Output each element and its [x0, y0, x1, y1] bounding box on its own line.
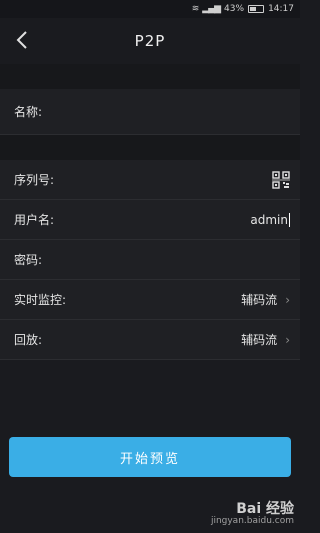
name-label: 名称:	[14, 105, 43, 119]
username-label: 用户名:	[14, 213, 55, 227]
live-stream-select[interactable]: 实时监控: 辅码流 ›	[0, 280, 300, 320]
live-value: 辅码流	[241, 293, 278, 307]
section-spacer	[0, 135, 300, 160]
signal-icon: ▂▄▆	[202, 4, 221, 14]
username-value: admin	[250, 212, 288, 227]
serial-field[interactable]: 序列号:	[0, 160, 300, 200]
live-label: 实时监控:	[14, 293, 67, 307]
page-title: P2P	[134, 32, 166, 50]
back-button[interactable]	[8, 26, 36, 54]
username-field[interactable]: 用户名: admin	[0, 200, 300, 240]
playback-label: 回放:	[14, 333, 43, 347]
start-preview-button[interactable]: 开始预览	[9, 437, 291, 477]
battery-percent: 43%	[224, 4, 245, 14]
name-field[interactable]: 名称:	[0, 89, 300, 135]
battery-icon	[248, 5, 265, 13]
chevron-left-icon	[16, 31, 27, 49]
chevron-right-icon: ›	[285, 332, 290, 347]
playback-stream-select[interactable]: 回放: 辅码流 ›	[0, 320, 300, 360]
qr-scan-icon[interactable]	[272, 170, 290, 189]
status-bar: ≋ ▂▄▆ 43% 14:17	[0, 0, 300, 18]
clock: 14:17	[268, 4, 294, 14]
chevron-right-icon: ›	[285, 292, 290, 307]
text-cursor	[289, 212, 290, 227]
watermark: Bai 经验 jingyan.baidu.com	[210, 501, 294, 527]
serial-label: 序列号:	[14, 173, 55, 187]
section-spacer	[0, 64, 300, 89]
nav-bar: P2P	[0, 18, 300, 64]
baidu-logo: Bai 经验	[236, 501, 294, 517]
watermark-url: jingyan.baidu.com	[210, 516, 294, 526]
playback-value: 辅码流	[241, 333, 278, 347]
username-input[interactable]: admin	[250, 212, 290, 227]
password-label: 密码:	[14, 253, 43, 267]
wifi-icon: ≋	[191, 4, 199, 14]
password-field[interactable]: 密码:	[0, 240, 300, 280]
